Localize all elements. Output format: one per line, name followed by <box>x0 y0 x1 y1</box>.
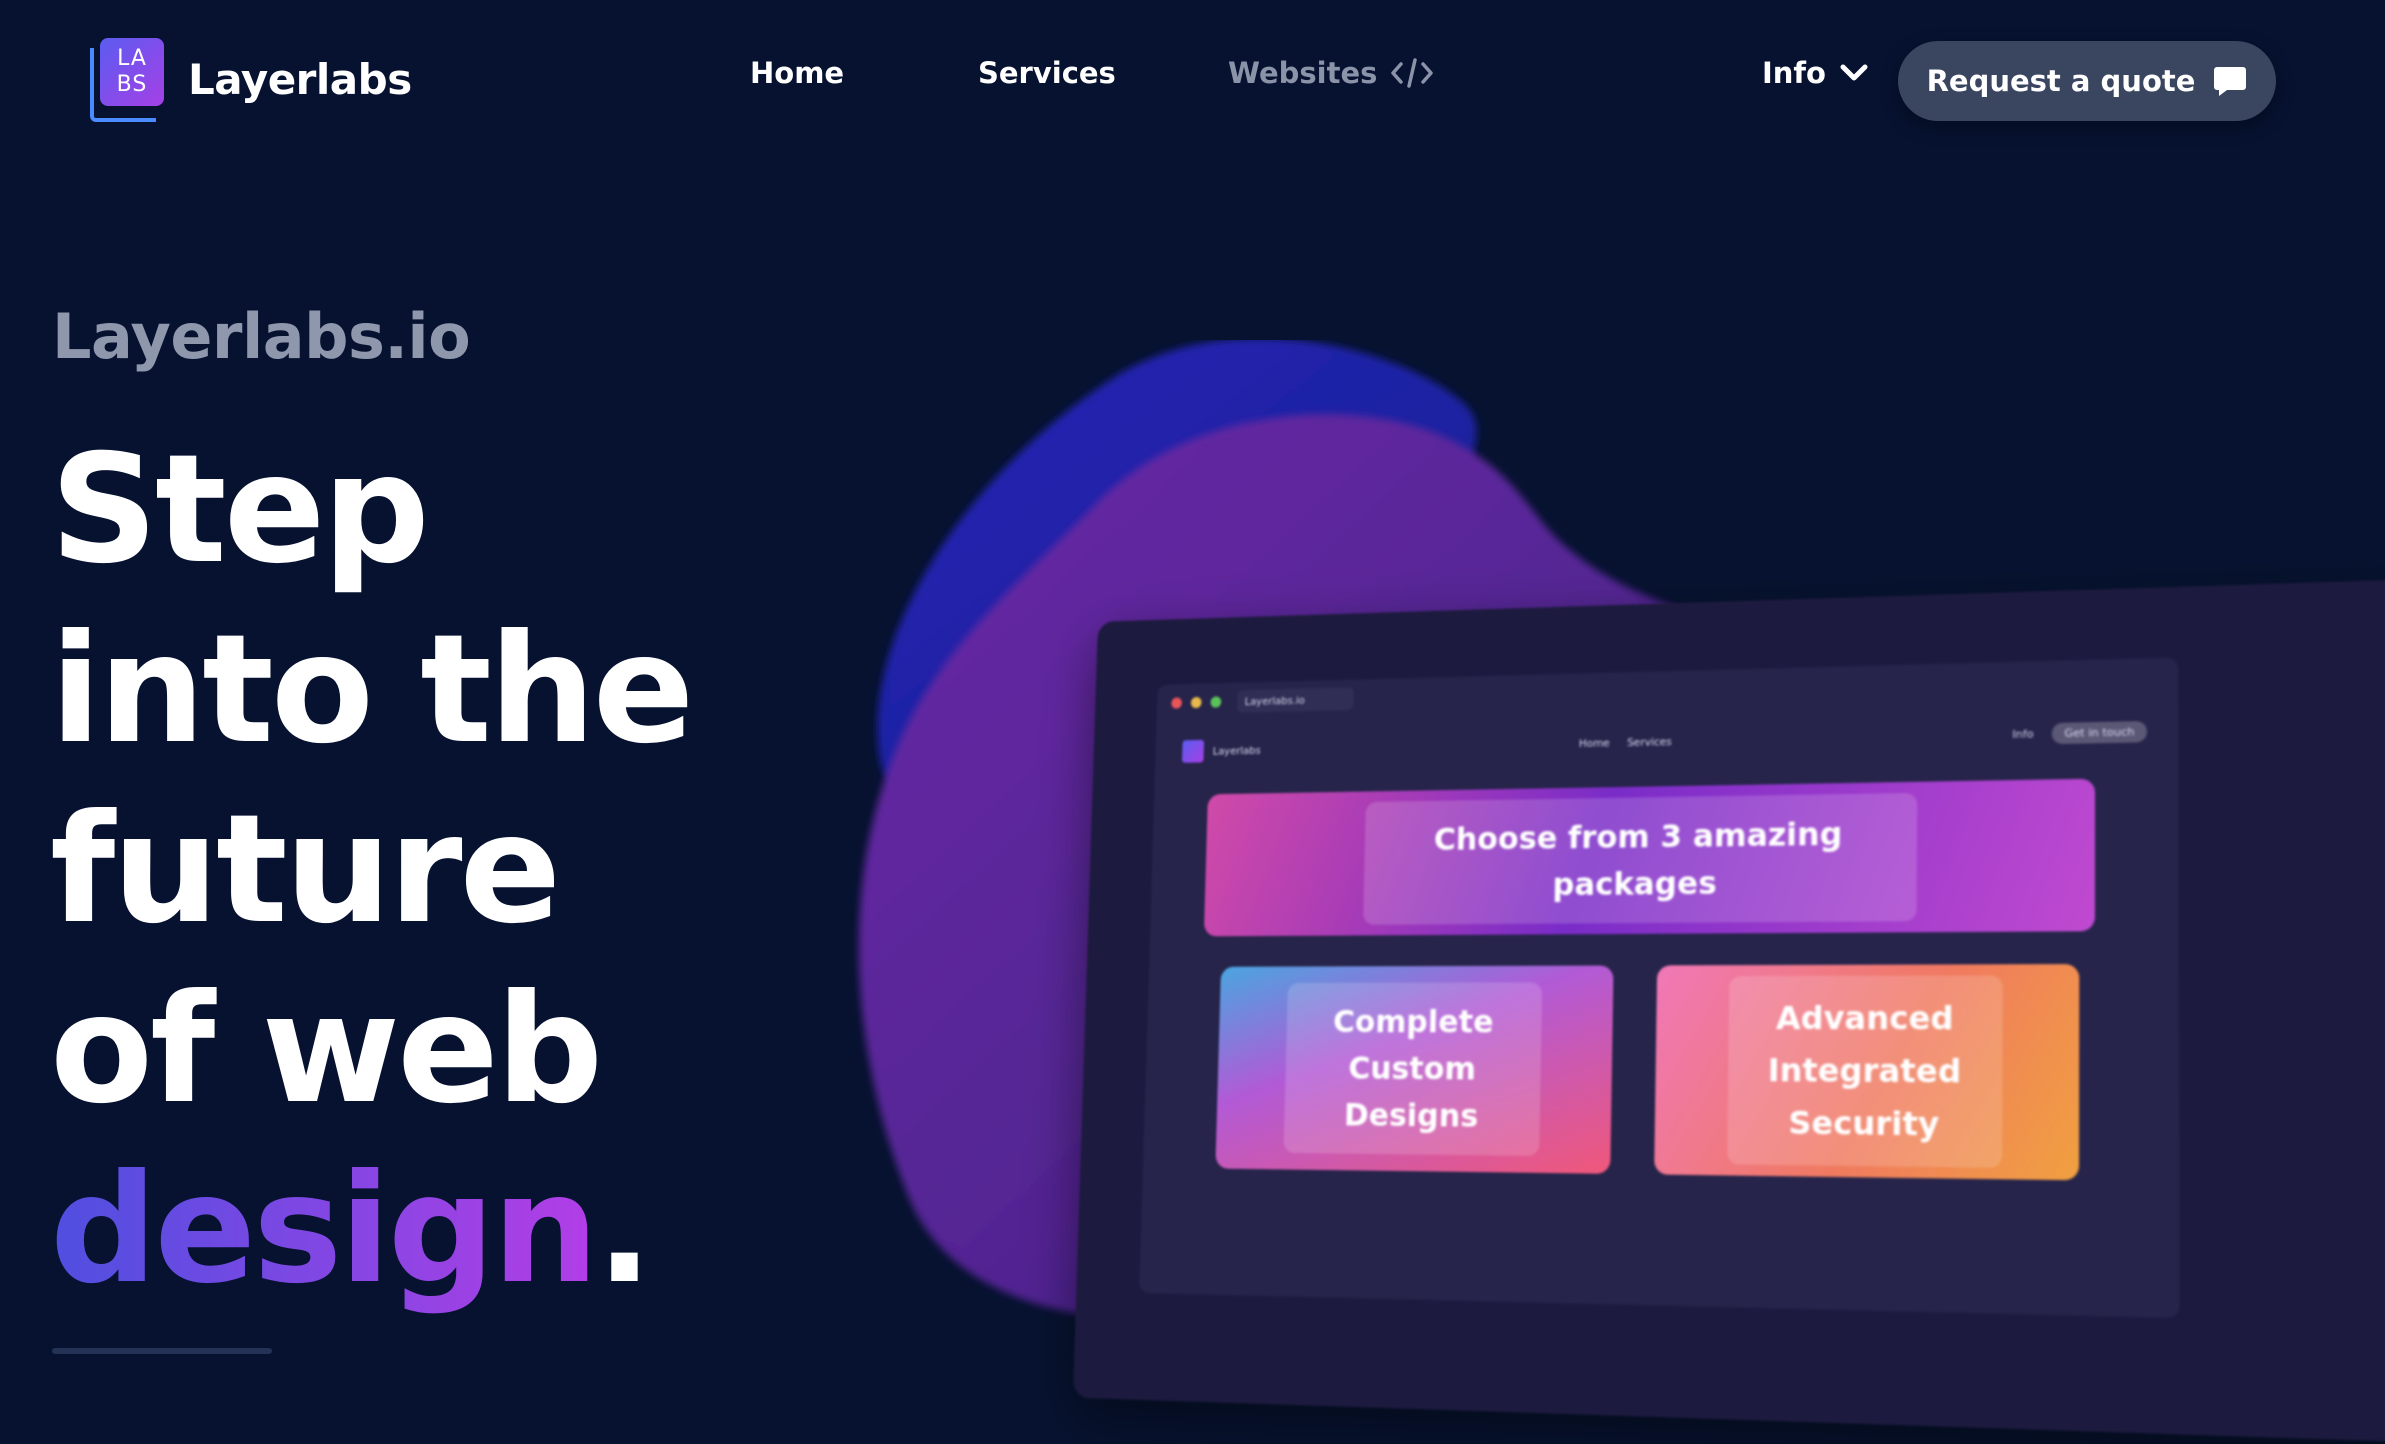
nav-info-label: Info <box>1762 56 1826 90</box>
security-card: Advanced Integrated Security <box>1654 964 2080 1181</box>
mockup-tab: Layerlabs.io <box>1237 687 1354 713</box>
custom-designs-card: Complete Custom Designs <box>1215 965 1614 1174</box>
nav-websites-link[interactable]: Websites <box>1228 56 1434 90</box>
headline-line-4: of web <box>50 963 603 1137</box>
nav-info-dropdown[interactable]: Info <box>1762 56 1868 90</box>
nav-services-link[interactable]: Services <box>978 56 1116 90</box>
hero-eyebrow: Layerlabs.io <box>52 300 471 373</box>
maximize-dot <box>1210 696 1222 708</box>
hero-headline: Step into the future of web design. <box>50 420 694 1320</box>
mockup-nav-info: Info <box>2012 726 2034 741</box>
logo-mark-front: LA BS <box>100 38 164 106</box>
custom-designs-label: Complete Custom Designs <box>1283 982 1543 1157</box>
logo-mark-icon: LA BS <box>88 36 168 122</box>
chevron-down-icon <box>1840 64 1868 81</box>
mockup-nav-cta: Get in touch <box>2052 720 2148 744</box>
website-mockup: Layerlabs.io Layerlabs Home Services Inf… <box>1072 578 2385 1444</box>
mockup-logo-icon <box>1181 739 1205 763</box>
headline-line-2: into the <box>50 603 694 777</box>
hero-scroll-divider <box>52 1348 272 1354</box>
mockup-nav: Layerlabs Home Services Info Get in touc… <box>1181 703 2148 778</box>
code-brackets-icon <box>1391 58 1434 88</box>
request-quote-button[interactable]: Request a quote <box>1898 41 2276 121</box>
mockup-brand: Layerlabs <box>1212 743 1261 758</box>
nav-home-link[interactable]: Home <box>750 56 844 90</box>
chat-bubble-icon <box>2214 67 2247 96</box>
mockup-browser-window: Layerlabs.io Layerlabs Home Services Inf… <box>1139 657 2180 1319</box>
brand-logo[interactable]: LA BS Layerlabs <box>88 36 412 122</box>
window-controls <box>1171 696 1222 709</box>
mockup-nav-home: Home <box>1578 736 1610 750</box>
logo-text-top: LA <box>117 46 147 71</box>
headline-line-5: design. <box>50 1140 691 1320</box>
nav-websites-label: Websites <box>1228 56 1378 90</box>
hero-illustration: Layerlabs.io Layerlabs Home Services Inf… <box>840 340 2385 1444</box>
headline-line-3: future <box>50 783 561 957</box>
security-label: Advanced Integrated Security <box>1727 975 2003 1168</box>
headline-highlight: design <box>50 1143 599 1317</box>
close-dot <box>1171 697 1183 709</box>
request-quote-label: Request a quote <box>1926 64 2196 98</box>
headline-line-1: Step <box>50 423 430 597</box>
mockup-nav-services: Services <box>1626 734 1672 749</box>
minimize-dot <box>1190 696 1202 709</box>
brand-name: Layerlabs <box>188 54 412 104</box>
packages-card-label: Choose from 3 amazing packages <box>1363 792 1918 925</box>
packages-card: Choose from 3 amazing packages <box>1203 778 2096 937</box>
headline-period: . <box>595 1143 653 1317</box>
logo-text-bottom: BS <box>116 72 148 97</box>
